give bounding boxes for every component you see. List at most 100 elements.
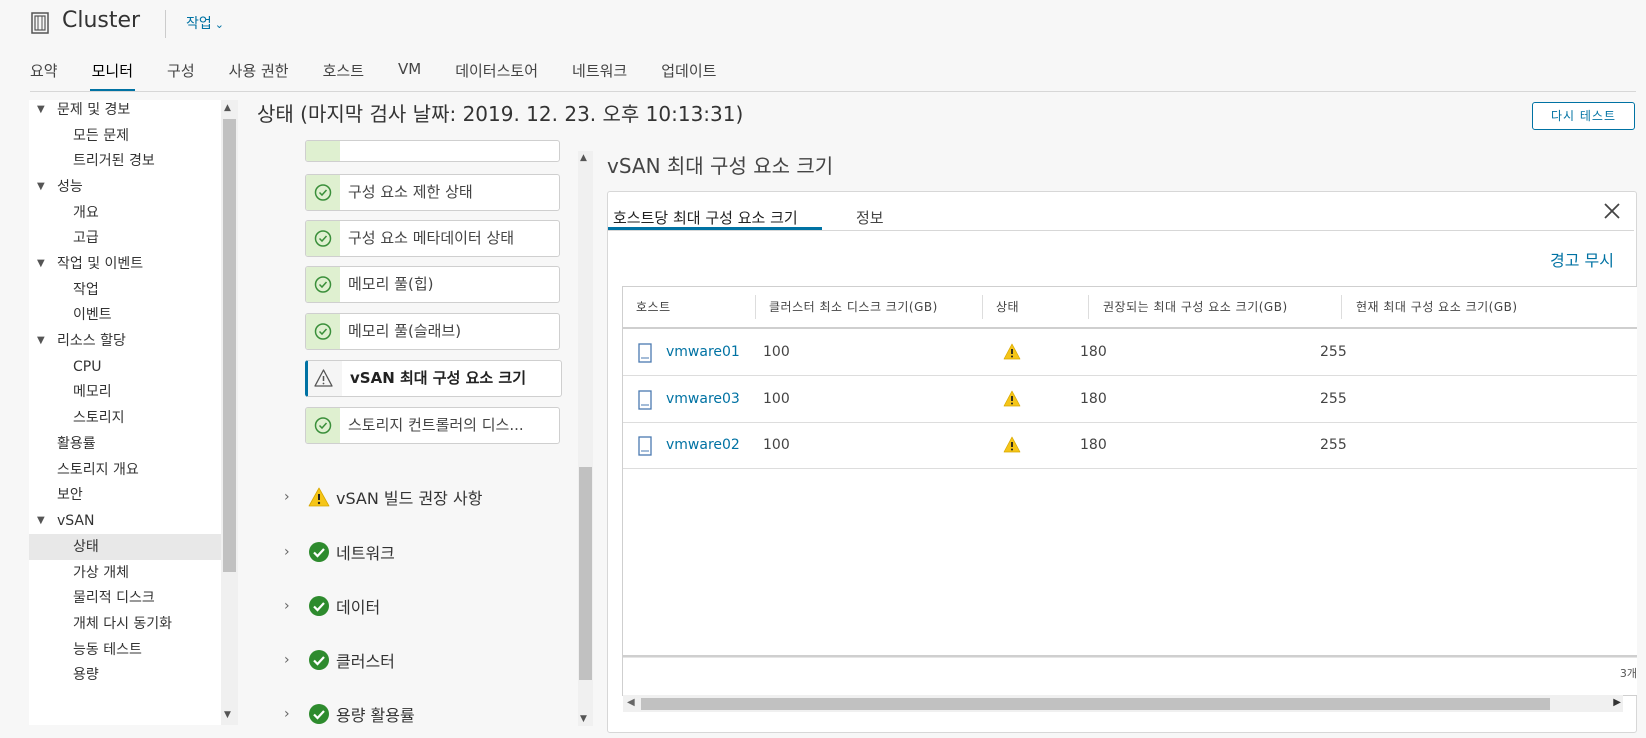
table-row[interactable]: vmware02 100 180 255 — [623, 422, 1637, 469]
check-circle-icon — [314, 417, 332, 434]
check-card[interactable]: 메모리 풀(슬래브) — [305, 313, 560, 350]
tab-updates[interactable]: 업데이트 — [661, 60, 716, 92]
nav-proactive-tests[interactable]: 능동 테스트 — [29, 637, 221, 663]
check-circle-filled-icon — [309, 542, 329, 562]
nav-storage[interactable]: 스토리지 — [29, 405, 221, 431]
group-vsan-build-recommendation[interactable]: › vSAN 빌드 권장 사항 — [284, 482, 482, 512]
component-size-grid: 호스트 클러스터 최소 디스크 크기(GB) 상태 권장되는 최대 구성 요소 … — [622, 286, 1637, 696]
host-link[interactable]: vmware01 — [666, 329, 740, 375]
nav-utilization[interactable]: 활용률 — [29, 431, 221, 457]
nav-performance[interactable]: ▼ 성능 — [29, 174, 221, 200]
chevron-right-icon[interactable]: › — [284, 544, 308, 560]
nav-memory[interactable]: 메모리 — [29, 379, 221, 405]
table-row[interactable]: vmware01 100 180 255 — [623, 329, 1637, 376]
actions-label: 작업 — [186, 16, 212, 32]
nav-security[interactable]: 보안 — [29, 482, 221, 508]
actions-menu-button[interactable]: 작업 ⌄ — [186, 13, 224, 33]
nav-cpu[interactable]: CPU — [29, 354, 221, 380]
grid-horizontal-scrollbar[interactable]: ◀ ▶ — [623, 695, 1623, 712]
nav-advanced[interactable]: 고급 — [29, 225, 221, 251]
check-card[interactable]: 구성 요소 메타데이터 상태 — [305, 220, 560, 257]
tab-monitor[interactable]: 모니터 — [89, 60, 136, 92]
scroll-thumb[interactable] — [641, 698, 1550, 710]
caret-down-icon[interactable]: ▼ — [37, 251, 45, 277]
nav-vsan[interactable]: ▼ vSAN — [29, 508, 221, 534]
caret-down-icon[interactable]: ▼ — [37, 100, 45, 123]
check-card-partial[interactable] — [305, 140, 560, 162]
checks-scrollbar[interactable]: ▲ ▼ — [578, 151, 593, 726]
column-separator[interactable] — [1341, 295, 1342, 319]
chevron-right-icon[interactable]: › — [284, 489, 308, 505]
caret-down-icon[interactable]: ▼ — [37, 328, 45, 354]
chevron-right-icon[interactable]: › — [284, 652, 308, 668]
ignore-alert-link[interactable]: 경고 무시 — [1550, 247, 1614, 271]
scroll-up-icon[interactable]: ▲ — [580, 153, 587, 163]
cluster-icon — [31, 12, 49, 34]
check-label: 스토리지 컨트롤러의 디스... — [348, 416, 524, 434]
tab-max-component-size-per-host[interactable]: 호스트당 최대 구성 요소 크기 — [613, 207, 798, 228]
nav-issues-alarms[interactable]: ▼ 문제 및 경보 — [29, 100, 221, 123]
column-separator[interactable] — [982, 295, 983, 319]
chevron-right-icon[interactable]: › — [284, 598, 308, 614]
tab-datastores[interactable]: 데이터스토어 — [455, 60, 538, 92]
column-header-host[interactable]: 호스트 — [636, 287, 671, 327]
column-header-current[interactable]: 현재 최대 구성 요소 크기(GB) — [1356, 287, 1518, 327]
host-link[interactable]: vmware02 — [666, 422, 740, 468]
retest-button[interactable]: 다시 테스트 — [1532, 102, 1635, 130]
column-header-min-disk[interactable]: 클러스터 최소 디스크 크기(GB) — [769, 287, 938, 327]
check-circle-filled-icon — [309, 596, 329, 616]
nav-resource-allocation[interactable]: ▼ 리소스 할당 — [29, 328, 221, 354]
tab-vms[interactable]: VM — [398, 60, 421, 92]
nav-capacity[interactable]: 용량 — [29, 662, 221, 688]
close-icon[interactable] — [1601, 200, 1623, 222]
scroll-left-icon[interactable]: ◀ — [627, 697, 635, 708]
caret-down-icon[interactable]: ▼ — [37, 174, 45, 200]
check-card[interactable]: 메모리 풀(힙) — [305, 266, 560, 303]
group-network[interactable]: › 네트워크 — [284, 537, 395, 567]
current-value: 255 — [1320, 437, 1347, 453]
nav-resync-objects[interactable]: 개체 다시 동기화 — [29, 611, 221, 637]
column-separator[interactable] — [755, 295, 756, 319]
nav-health[interactable]: 상태 — [29, 534, 221, 560]
min-disk-value: 100 — [763, 344, 790, 360]
caret-down-icon[interactable]: ▼ — [37, 508, 45, 534]
nav-triggered-alarms[interactable]: 트리거된 경보 — [29, 148, 221, 174]
column-separator[interactable] — [1088, 295, 1089, 319]
tab-summary[interactable]: 요약 — [30, 60, 58, 92]
nav-tasks[interactable]: 작업 — [29, 277, 221, 303]
tab-info[interactable]: 정보 — [856, 207, 884, 228]
scroll-up-icon[interactable]: ▲ — [224, 103, 231, 113]
check-card[interactable]: 스토리지 컨트롤러의 디스... — [305, 407, 560, 444]
nav-scrollbar[interactable]: ▲ ▼ — [221, 100, 238, 725]
group-cluster[interactable]: › 클러스터 — [284, 645, 395, 675]
column-header-recommended[interactable]: 권장되는 최대 구성 요소 크기(GB) — [1103, 287, 1288, 327]
nav-storage-overview[interactable]: 스토리지 개요 — [29, 457, 221, 483]
column-header-status[interactable]: 상태 — [996, 287, 1019, 327]
nav-events[interactable]: 이벤트 — [29, 302, 221, 328]
tab-permissions[interactable]: 사용 권한 — [229, 60, 289, 92]
check-card[interactable]: 구성 요소 제한 상태 — [305, 174, 560, 211]
nav-virtual-objects[interactable]: 가상 개체 — [29, 560, 221, 586]
nav-all-issues[interactable]: 모든 문제 — [29, 123, 221, 149]
scroll-down-icon[interactable]: ▼ — [224, 710, 231, 720]
tab-networks[interactable]: 네트워크 — [572, 60, 627, 92]
host-link[interactable]: vmware03 — [666, 376, 740, 422]
scroll-right-icon[interactable]: ▶ — [1613, 697, 1621, 708]
scroll-thumb[interactable] — [579, 467, 592, 680]
nav-physical-disks[interactable]: 물리적 디스크 — [29, 585, 221, 611]
check-circle-icon — [314, 184, 332, 201]
monitor-nav-tree: ▼ 문제 및 경보 모든 문제 트리거된 경보 ▼ 성능 개요 고급 ▼ 작업 및 이… — [29, 100, 221, 725]
check-label: 메모리 풀(힙) — [348, 275, 434, 293]
scroll-thumb[interactable] — [223, 119, 236, 572]
group-capacity-utilization[interactable]: › 용량 활용률 — [284, 699, 415, 729]
tab-hosts[interactable]: 호스트 — [323, 60, 364, 92]
check-card-selected[interactable]: vSAN 최대 구성 요소 크기 — [305, 360, 562, 397]
host-server-icon — [638, 390, 652, 410]
table-row[interactable]: vmware03 100 180 255 — [623, 376, 1637, 423]
chevron-right-icon[interactable]: › — [284, 706, 308, 722]
nav-overview[interactable]: 개요 — [29, 200, 221, 226]
group-data[interactable]: › 데이터 — [284, 591, 380, 621]
scroll-down-icon[interactable]: ▼ — [580, 714, 587, 724]
tab-configure[interactable]: 구성 — [167, 60, 195, 92]
nav-tasks-events[interactable]: ▼ 작업 및 이벤트 — [29, 251, 221, 277]
